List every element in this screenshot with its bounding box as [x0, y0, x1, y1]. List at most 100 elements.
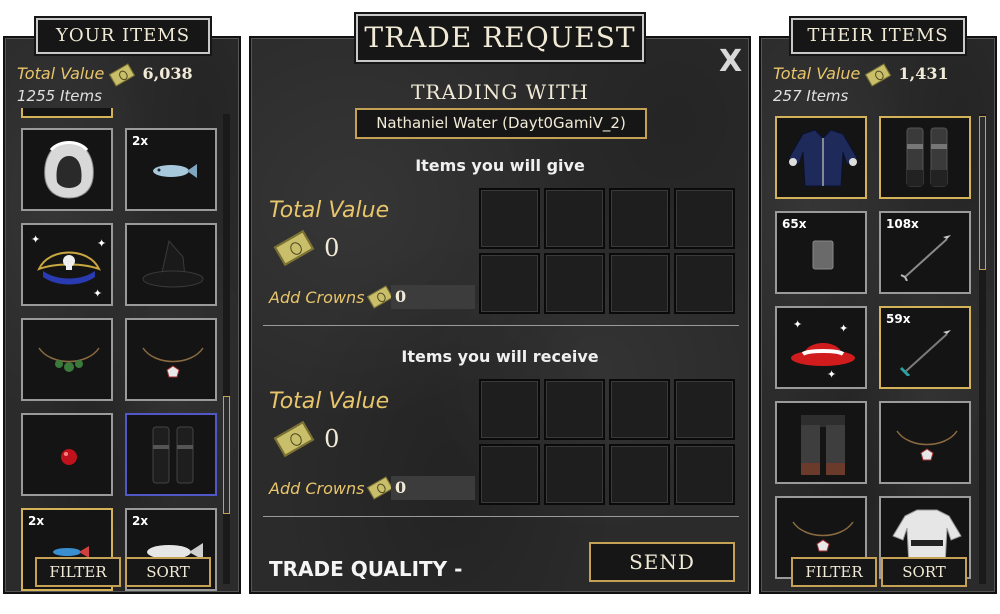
total-value-row: Total Value 1,431	[773, 62, 949, 87]
inventory-slot[interactable]: 65x	[775, 211, 867, 294]
sparkle-icon: ✦	[93, 287, 103, 300]
coat-icon	[788, 129, 858, 187]
give-slot[interactable]	[544, 253, 605, 314]
crown-icon	[273, 229, 315, 267]
inventory-slot[interactable]	[125, 413, 217, 496]
fish-icon	[153, 164, 197, 178]
crown-icon	[366, 285, 394, 309]
total-value-row: Total Value 6,038	[17, 62, 193, 87]
give-slot[interactable]	[674, 253, 735, 314]
arrow-icon	[900, 235, 951, 281]
card-icon	[812, 240, 834, 270]
sparkle-icon: ✦	[827, 368, 837, 381]
total-value-amount: 1,431	[898, 64, 949, 83]
slot-quantity: 59x	[886, 312, 911, 326]
inventory-slot[interactable]: 2x	[125, 128, 217, 211]
necklace-icon	[38, 347, 100, 372]
receive-slot[interactable]	[609, 379, 670, 440]
filter-button[interactable]: FILTER	[791, 557, 877, 587]
inventory-slot[interactable]	[775, 116, 867, 199]
give-crowns-input[interactable]: 0	[391, 285, 475, 309]
their-items-title: THEIR ITEMS	[791, 18, 965, 54]
crown-icon	[366, 476, 394, 500]
inventory-slot[interactable]: 59x	[879, 306, 971, 389]
trade-request-title: TRADE REQUEST	[356, 14, 644, 62]
inventory-slot[interactable]: 108x	[879, 211, 971, 294]
their-items-panel: Total Value 1,431 257 Items 65x 108x ✦ ✦…	[759, 36, 997, 594]
total-value-label: Total Value	[773, 64, 861, 83]
give-slot[interactable]	[479, 253, 540, 314]
receive-total-value: 0	[324, 425, 340, 453]
send-button[interactable]: SEND	[589, 542, 735, 582]
give-heading: Items you will give	[415, 156, 585, 175]
hood-icon	[44, 141, 94, 199]
sort-button[interactable]: SORT	[881, 557, 967, 587]
inventory-slot[interactable]	[775, 401, 867, 484]
necklace-icon	[792, 521, 854, 552]
sparkle-icon: ✦	[31, 233, 41, 246]
crown-icon	[273, 420, 315, 458]
trade-request-panel: X TRADING WITH Nathaniel Water (Dayt0Gam…	[249, 36, 751, 594]
inventory-slot[interactable]	[879, 116, 971, 199]
sparkle-icon: ✦	[97, 237, 107, 250]
boots-icon	[906, 127, 948, 187]
your-items-panel: Total Value 6,038 1255 Items 2x ✦ ✦ ✦ 2x…	[3, 36, 241, 594]
receive-slot[interactable]	[544, 444, 605, 505]
filter-button[interactable]: FILTER	[35, 557, 121, 587]
trade-quality: TRADE QUALITY -	[269, 557, 463, 581]
trade-partner-name: Nathaniel Water (Dayt0GamiV_2)	[355, 108, 647, 139]
crown-icon	[109, 62, 136, 87]
inventory-slot[interactable]: ✦ ✦ ✦	[775, 306, 867, 389]
total-value-label: Total Value	[17, 64, 105, 83]
slot-quantity: 108x	[886, 217, 919, 231]
slot-quantity: 2x	[28, 514, 45, 528]
give-slot[interactable]	[609, 253, 670, 314]
pants-icon	[801, 415, 845, 475]
inventory-slot[interactable]	[125, 318, 217, 401]
receive-items-grid	[479, 379, 735, 505]
inventory-slot[interactable]	[21, 128, 113, 211]
total-value-amount: 6,038	[142, 64, 193, 83]
receive-slot[interactable]	[674, 379, 735, 440]
sparkle-icon: ✦	[839, 322, 849, 335]
receive-value-row: 0	[273, 420, 340, 458]
slot-quantity: 65x	[782, 217, 807, 231]
orb-icon	[61, 449, 77, 465]
inventory-slot[interactable]	[125, 223, 217, 306]
close-button[interactable]: X	[719, 44, 742, 79]
your-items-title: YOUR ITEMS	[36, 18, 210, 54]
receive-add-crowns-label: Add Crowns	[269, 479, 365, 498]
give-slot[interactable]	[479, 188, 540, 249]
receive-slot[interactable]	[479, 444, 540, 505]
give-value-row: 0	[273, 229, 340, 267]
scrollbar-thumb[interactable]	[979, 116, 986, 270]
inventory-slot[interactable]	[21, 413, 113, 496]
section-divider	[263, 516, 739, 517]
necklace-icon	[142, 347, 204, 378]
receive-slot[interactable]	[609, 444, 670, 505]
item-count: 257 Items	[773, 87, 849, 105]
section-divider	[263, 325, 739, 326]
receive-crowns-input[interactable]: 0	[391, 476, 475, 500]
inventory-slot[interactable]	[879, 401, 971, 484]
give-total-value: 0	[324, 234, 340, 262]
receive-total-value-label: Total Value	[269, 389, 390, 414]
slot-quantity: 2x	[132, 134, 149, 148]
necklace-icon	[896, 430, 958, 461]
item-count: 1255 Items	[17, 87, 102, 105]
inventory-slot[interactable]	[21, 318, 113, 401]
slot-quantity: 2x	[132, 514, 149, 528]
witch-hat-icon	[142, 239, 204, 288]
crown-icon	[865, 62, 892, 87]
give-slot[interactable]	[544, 188, 605, 249]
sparkle-icon: ✦	[793, 318, 803, 331]
receive-slot[interactable]	[674, 444, 735, 505]
give-items-grid	[479, 188, 735, 314]
give-slot[interactable]	[609, 188, 670, 249]
receive-slot[interactable]	[479, 379, 540, 440]
scrollbar-thumb[interactable]	[223, 396, 230, 514]
give-slot[interactable]	[674, 188, 735, 249]
sort-button[interactable]: SORT	[125, 557, 211, 587]
inventory-slot[interactable]: ✦ ✦ ✦	[21, 223, 113, 306]
receive-slot[interactable]	[544, 379, 605, 440]
